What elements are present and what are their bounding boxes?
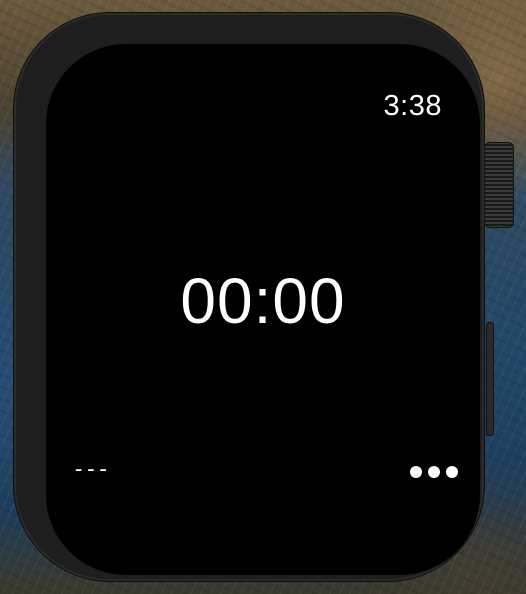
side-button[interactable] (486, 322, 494, 436)
timer-display: 00:00 (180, 265, 346, 337)
placeholder-label: --- (72, 457, 110, 482)
ellipsis-icon (410, 466, 422, 478)
watch-screen: 3:38 00:00 --- (46, 44, 480, 575)
more-options-button[interactable] (410, 462, 458, 482)
status-time: 3:38 (383, 90, 442, 122)
ellipsis-icon (446, 466, 458, 478)
digital-crown[interactable] (484, 142, 514, 228)
ellipsis-icon (428, 466, 440, 478)
watch-case: 3:38 00:00 --- (14, 13, 484, 581)
